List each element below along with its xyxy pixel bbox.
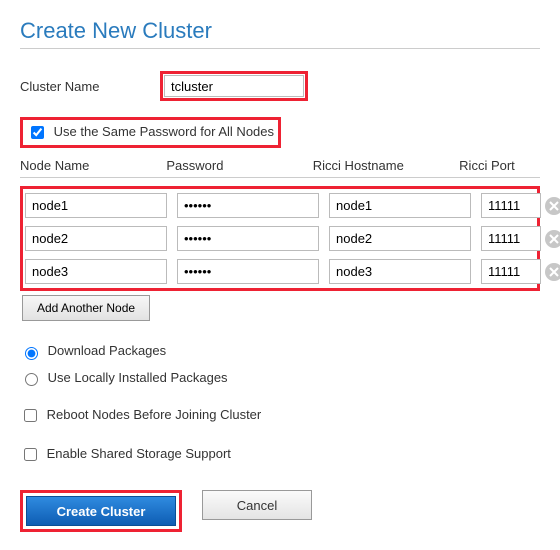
delete-node-icon[interactable] bbox=[545, 197, 560, 215]
node-password-input[interactable] bbox=[177, 259, 319, 284]
col-node-name: Node Name bbox=[20, 158, 156, 173]
delete-node-icon[interactable] bbox=[545, 230, 560, 248]
download-packages-radio[interactable] bbox=[25, 347, 38, 360]
shared-storage-label: Enable Shared Storage Support bbox=[47, 446, 231, 461]
shared-storage-checkbox[interactable] bbox=[24, 448, 37, 461]
local-packages-label: Use Locally Installed Packages bbox=[48, 370, 228, 385]
same-password-checkbox[interactable] bbox=[31, 126, 44, 139]
table-row bbox=[25, 193, 535, 218]
cluster-name-input[interactable] bbox=[164, 75, 304, 97]
local-packages-radio[interactable] bbox=[25, 373, 38, 386]
node-password-input[interactable] bbox=[177, 193, 319, 218]
same-password-label: Use the Same Password for All Nodes bbox=[54, 124, 274, 139]
page-title: Create New Cluster bbox=[20, 18, 540, 49]
col-ricci-port: Ricci Port bbox=[459, 158, 517, 173]
node-hostname-input[interactable] bbox=[329, 259, 471, 284]
same-password-row: Use the Same Password for All Nodes bbox=[20, 117, 281, 148]
node-hostname-input[interactable] bbox=[329, 193, 471, 218]
node-name-input[interactable] bbox=[25, 193, 167, 218]
delete-node-icon[interactable] bbox=[545, 263, 560, 281]
table-row bbox=[25, 226, 535, 251]
node-table-header: Node Name Password Ricci Hostname Ricci … bbox=[20, 158, 540, 178]
node-port-input[interactable] bbox=[481, 226, 541, 251]
download-packages-label: Download Packages bbox=[48, 343, 167, 358]
reboot-nodes-label: Reboot Nodes Before Joining Cluster bbox=[47, 407, 262, 422]
cancel-button[interactable]: Cancel bbox=[202, 490, 312, 520]
table-row bbox=[25, 259, 535, 284]
node-hostname-input[interactable] bbox=[329, 226, 471, 251]
node-password-input[interactable] bbox=[177, 226, 319, 251]
reboot-nodes-checkbox[interactable] bbox=[24, 409, 37, 422]
cluster-name-label: Cluster Name bbox=[20, 79, 160, 94]
create-cluster-button[interactable]: Create Cluster bbox=[26, 496, 176, 526]
node-name-input[interactable] bbox=[25, 226, 167, 251]
node-rows-group bbox=[20, 186, 540, 291]
col-password: Password bbox=[166, 158, 302, 173]
node-port-input[interactable] bbox=[481, 259, 541, 284]
col-ricci-hostname: Ricci Hostname bbox=[313, 158, 449, 173]
node-name-input[interactable] bbox=[25, 259, 167, 284]
add-node-button[interactable]: Add Another Node bbox=[22, 295, 150, 321]
node-port-input[interactable] bbox=[481, 193, 541, 218]
